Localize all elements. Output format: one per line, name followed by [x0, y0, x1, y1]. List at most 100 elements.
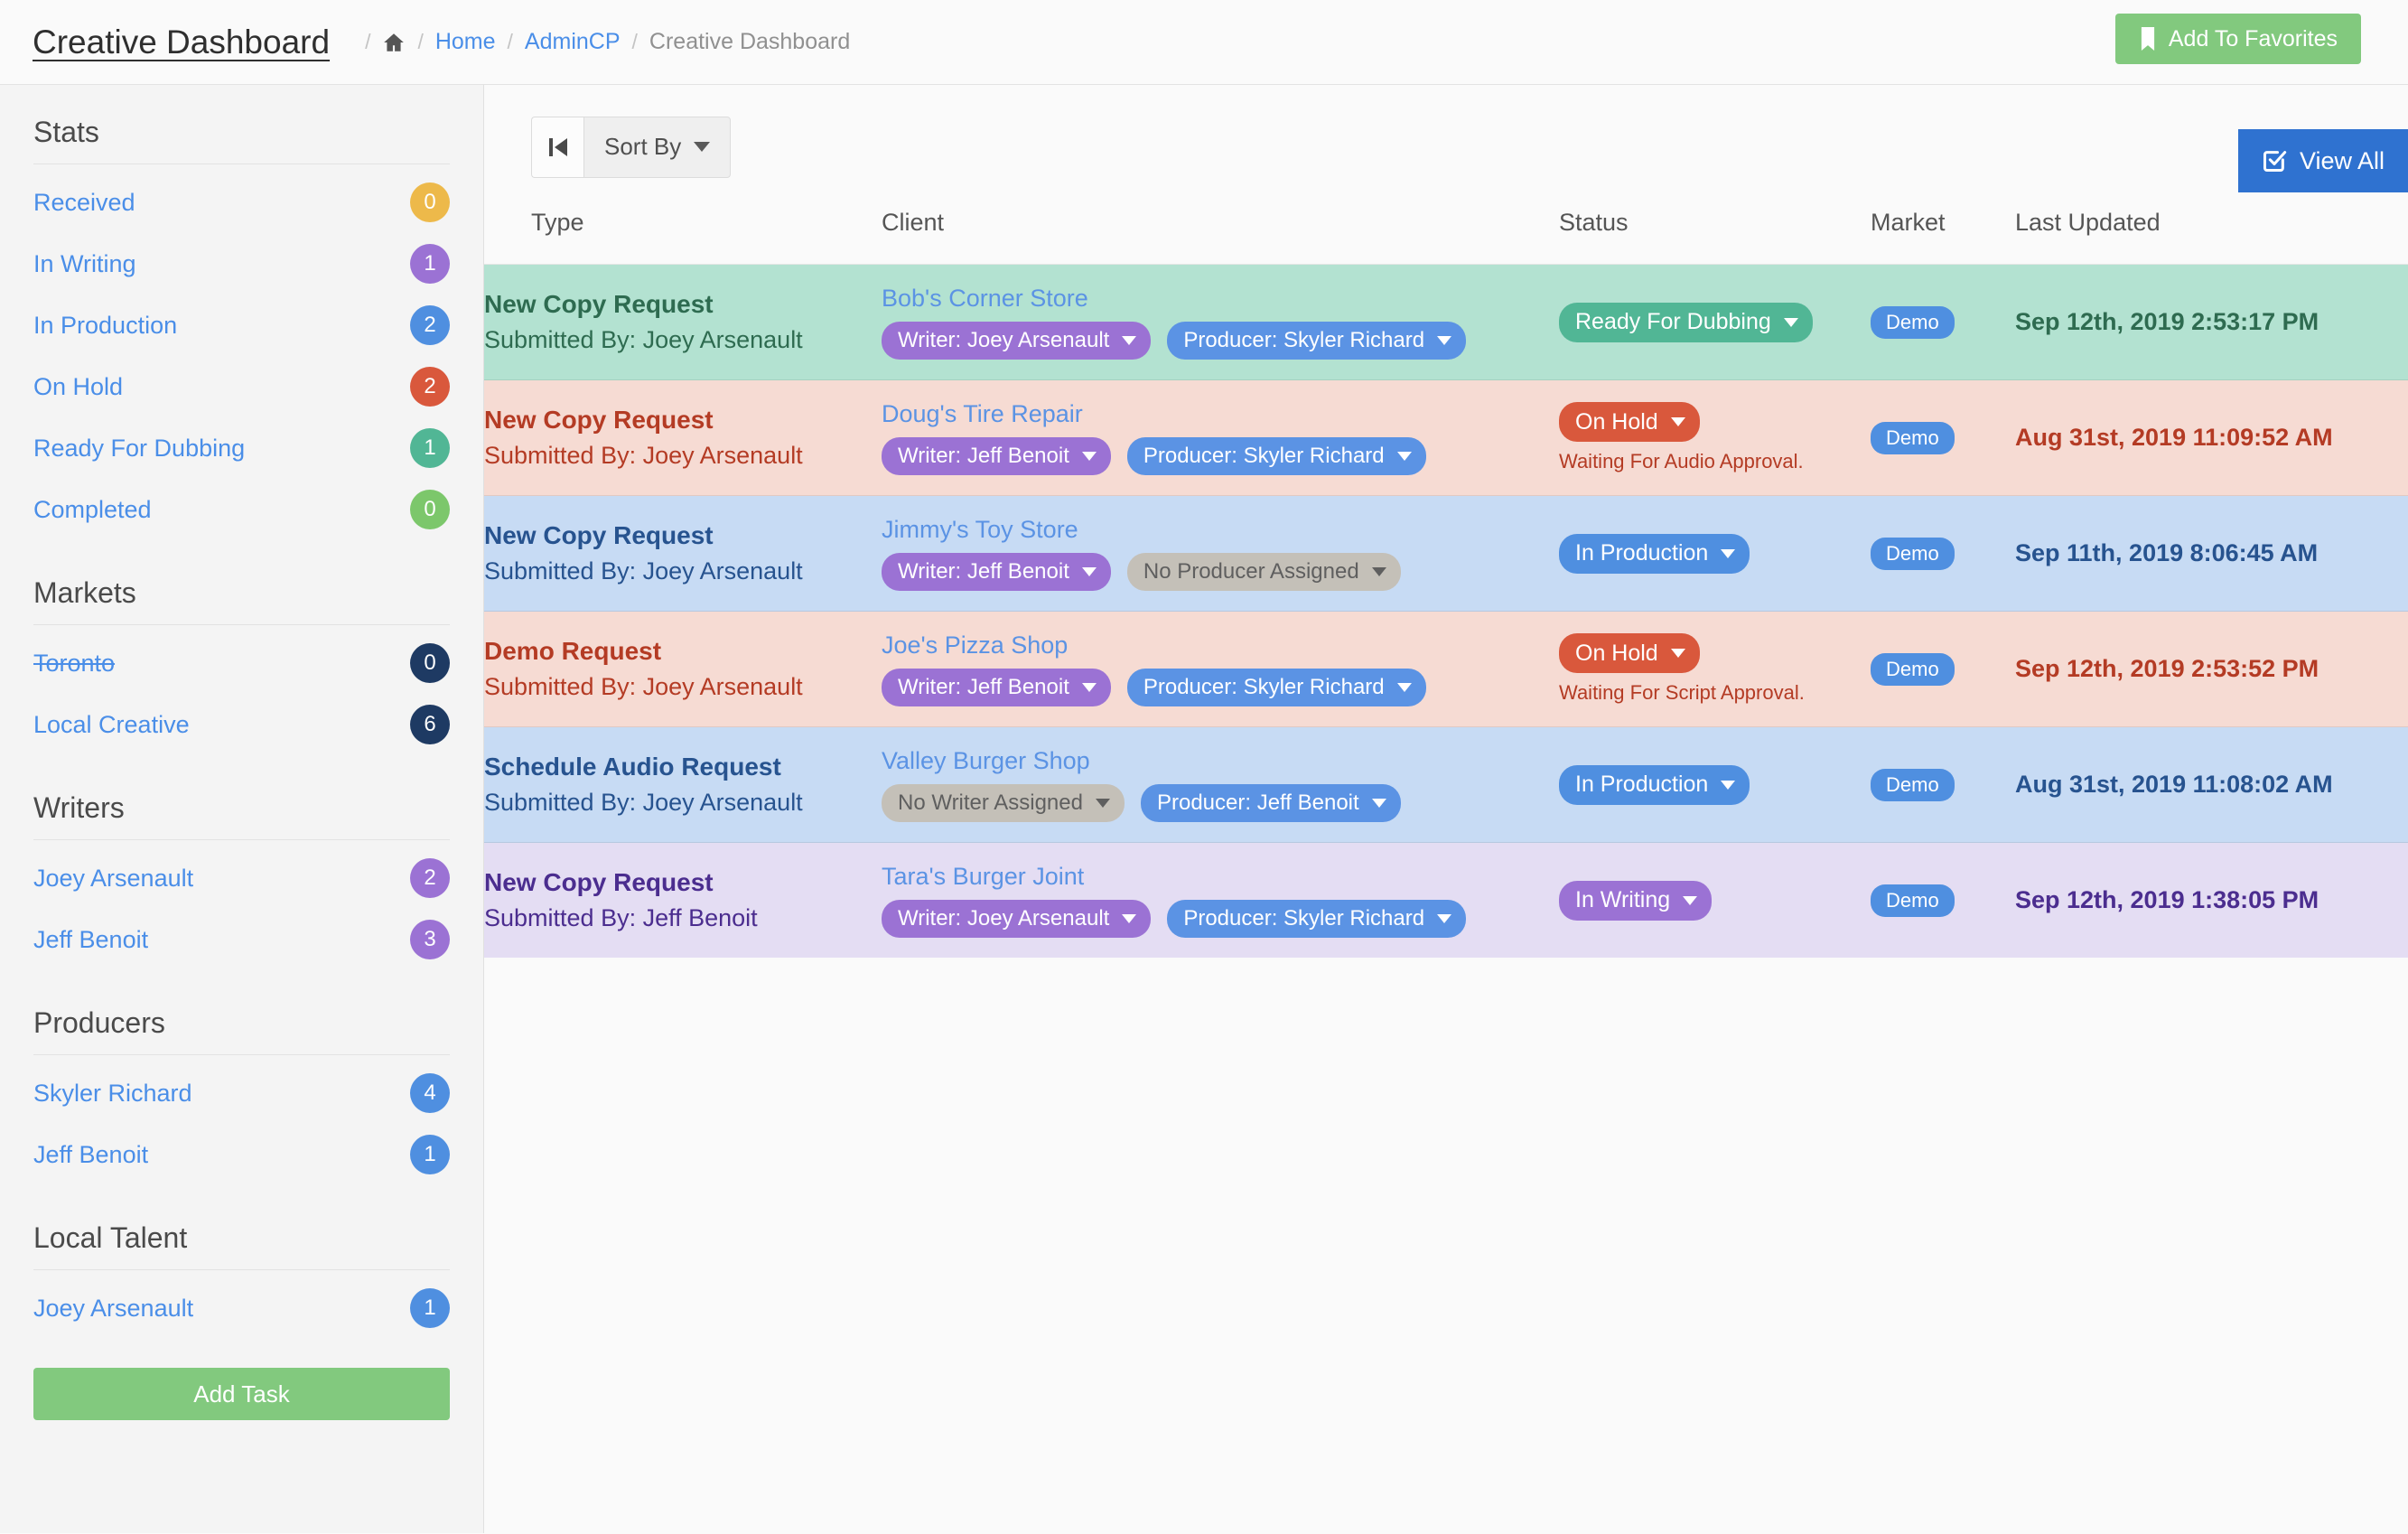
- market-badge[interactable]: Demo: [1871, 421, 1955, 454]
- sidebar-item-local-creative[interactable]: Local Creative 6: [33, 694, 450, 755]
- sidebar-section-title: Producers: [33, 970, 450, 1055]
- market-badge[interactable]: Demo: [1871, 884, 1955, 917]
- sidebar-item-toronto[interactable]: Toronto 0: [33, 632, 450, 694]
- table-row[interactable]: New Copy Request Submitted By: Joey Arsen…: [484, 495, 2408, 612]
- status-badge[interactable]: In Production: [1559, 764, 1750, 805]
- assignment-pills: Writer: Joey Arsenault Producer: Skyler R…: [882, 900, 1559, 938]
- producer-pill[interactable]: Producer: Skyler Richard: [1126, 437, 1426, 475]
- caret-down-icon: [1081, 567, 1097, 576]
- producer-pill-label: Producer: Skyler Richard: [1183, 906, 1425, 931]
- sidebar-item-joey-arsenault[interactable]: Joey Arsenault 2: [33, 847, 450, 909]
- sidebar-item-completed[interactable]: Completed 0: [33, 479, 450, 540]
- check-square-icon: [2262, 148, 2287, 173]
- request-type: New Copy Request: [484, 406, 714, 434]
- sidebar-item-count-badge: 1: [410, 1288, 450, 1328]
- cell-market: Demo: [1871, 612, 2015, 727]
- client-name-link[interactable]: Bob's Corner Store: [882, 285, 1559, 313]
- status-badge[interactable]: Ready For Dubbing: [1559, 302, 1813, 342]
- cell-client: Tara's Burger Joint Writer: Joey Arsenaul…: [882, 843, 1559, 959]
- main-content: Sort By View All Type Client Status Mark…: [484, 85, 2408, 1533]
- last-updated-text: Aug 31st, 2019 11:09:52 AM: [2015, 424, 2333, 451]
- sidebar-item-label: Joey Arsenault: [33, 864, 194, 892]
- sidebar-item-on-hold[interactable]: On Hold 2: [33, 356, 450, 417]
- client-name-link[interactable]: Tara's Burger Joint: [882, 863, 1559, 891]
- view-all-button[interactable]: View All: [2237, 129, 2408, 192]
- last-updated-text: Sep 11th, 2019 8:06:45 AM: [2015, 539, 2319, 566]
- table-row[interactable]: New Copy Request Submitted By: Joey Arsen…: [484, 379, 2408, 496]
- caret-down-icon: [1122, 914, 1137, 923]
- assignment-pills: Writer: Jeff Benoit Producer: Skyler Rich…: [882, 669, 1559, 706]
- producer-pill[interactable]: Producer: Skyler Richard: [1167, 900, 1467, 938]
- cell-client: Joe's Pizza Shop Writer: Jeff Benoit Produ…: [882, 612, 1559, 727]
- producer-pill[interactable]: Producer: Jeff Benoit: [1140, 784, 1401, 822]
- writer-pill[interactable]: Writer: Jeff Benoit: [882, 437, 1111, 475]
- cell-status: Ready For Dubbing: [1559, 265, 1871, 380]
- producer-pill[interactable]: Producer: Skyler Richard: [1126, 669, 1426, 706]
- status-badge[interactable]: On Hold: [1559, 633, 1700, 673]
- table-row[interactable]: New Copy Request Submitted By: Jeff Benoi…: [484, 842, 2408, 959]
- sidebar-item-label: Received: [33, 188, 135, 216]
- producer-pill[interactable]: Producer: Skyler Richard: [1167, 322, 1467, 360]
- client-name-link[interactable]: Jimmy's Toy Store: [882, 516, 1559, 544]
- market-badge[interactable]: Demo: [1871, 768, 1955, 801]
- submitted-by: Submitted By: Joey Arsenault: [484, 789, 803, 816]
- sidebar-item-jeff-benoit[interactable]: Jeff Benoit 1: [33, 1124, 450, 1185]
- table-row[interactable]: Schedule Audio Request Submitted By: Joey…: [484, 726, 2408, 843]
- caret-down-icon: [1081, 452, 1097, 461]
- status-badge[interactable]: In Writing: [1559, 880, 1713, 921]
- writer-pill[interactable]: No Writer Assigned: [882, 784, 1125, 822]
- cell-type: New Copy Request Submitted By: Joey Arsen…: [484, 265, 882, 380]
- writer-pill[interactable]: Writer: Jeff Benoit: [882, 669, 1111, 706]
- caret-down-icon: [1437, 914, 1452, 923]
- client-name-link[interactable]: Doug's Tire Repair: [882, 400, 1559, 428]
- caret-down-icon: [1396, 452, 1412, 461]
- market-badge[interactable]: Demo: [1871, 305, 1955, 339]
- client-name-link[interactable]: Valley Burger Shop: [882, 747, 1559, 775]
- sidebar-item-joey-arsenault[interactable]: Joey Arsenault 1: [33, 1277, 450, 1339]
- breadcrumb-link-home[interactable]: Home: [435, 29, 496, 55]
- sort-by-dropdown[interactable]: Sort By: [583, 116, 732, 178]
- cell-type: New Copy Request Submitted By: Joey Arsen…: [484, 496, 882, 612]
- writer-pill[interactable]: Writer: Joey Arsenault: [882, 900, 1152, 938]
- sidebar-item-count-badge: 1: [410, 244, 450, 284]
- cell-status: On Hold Waiting For Audio Approval.: [1559, 380, 1871, 496]
- caret-down-icon: [1721, 548, 1736, 558]
- status-badge[interactable]: In Production: [1559, 533, 1750, 574]
- market-badge[interactable]: Demo: [1871, 652, 1955, 686]
- producer-pill-label: No Producer Assigned: [1143, 559, 1359, 584]
- breadcrumb-separator: /: [365, 30, 371, 53]
- sidebar-item-ready-for-dubbing[interactable]: Ready For Dubbing 1: [33, 417, 450, 479]
- home-icon[interactable]: [382, 31, 406, 54]
- table-row[interactable]: New Copy Request Submitted By: Joey Arsen…: [484, 264, 2408, 380]
- submitted-by: Submitted By: Joey Arsenault: [484, 673, 803, 700]
- cell-last-updated: Sep 12th, 2019 1:38:05 PM: [2015, 843, 2408, 959]
- producer-pill[interactable]: No Producer Assigned: [1126, 553, 1401, 591]
- view-all-label: View All: [2299, 146, 2385, 174]
- caret-down-icon: [1371, 567, 1386, 576]
- cell-market: Demo: [1871, 727, 2015, 843]
- caret-down-icon: [1122, 336, 1137, 345]
- sidebar-item-in-writing[interactable]: In Writing 1: [33, 233, 450, 295]
- writer-pill[interactable]: Writer: Joey Arsenault: [882, 322, 1152, 360]
- status-badge[interactable]: On Hold: [1559, 402, 1700, 442]
- breadcrumb-current: Creative Dashboard: [649, 29, 851, 54]
- writer-pill[interactable]: Writer: Jeff Benoit: [882, 553, 1111, 591]
- table-row[interactable]: Demo Request Submitted By: Joey Arsenault…: [484, 611, 2408, 727]
- client-name-link[interactable]: Joe's Pizza Shop: [882, 631, 1559, 659]
- market-badge[interactable]: Demo: [1871, 537, 1955, 570]
- request-type: New Copy Request: [484, 521, 714, 549]
- last-updated-text: Sep 12th, 2019 2:53:52 PM: [2015, 655, 2319, 682]
- status-label: In Production: [1575, 540, 1709, 566]
- sidebar-item-skyler-richard[interactable]: Skyler Richard 4: [33, 1062, 450, 1124]
- step-backward-icon[interactable]: [531, 116, 583, 178]
- add-to-favorites-button[interactable]: Add To Favorites: [2114, 14, 2361, 64]
- sidebar-item-count-badge: 0: [410, 182, 450, 222]
- sidebar-item-in-production[interactable]: In Production 2: [33, 295, 450, 356]
- sidebar-item-jeff-benoit[interactable]: Jeff Benoit 3: [33, 909, 450, 970]
- add-task-button[interactable]: Add Task: [33, 1368, 450, 1420]
- breadcrumb-link-admincp[interactable]: AdminCP: [525, 29, 621, 55]
- producer-pill-label: Producer: Jeff Benoit: [1156, 790, 1359, 815]
- sidebar-item-received[interactable]: Received 0: [33, 172, 450, 233]
- column-header-status: Status: [1559, 209, 1629, 236]
- cell-market: Demo: [1871, 265, 2015, 380]
